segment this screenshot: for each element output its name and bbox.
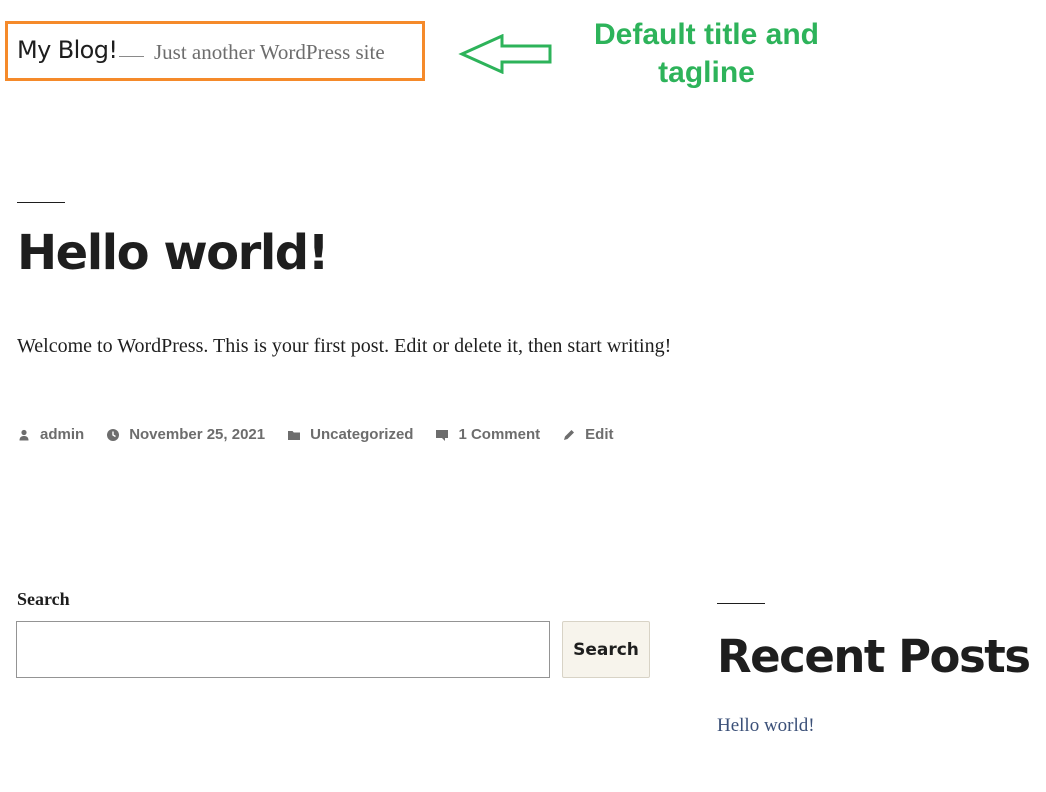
post-author-link[interactable]: admin <box>40 426 84 443</box>
person-icon <box>17 428 31 442</box>
post-comments: 1 Comment <box>435 426 540 443</box>
post-date-link[interactable]: November 25, 2021 <box>129 426 265 443</box>
post-comments-link[interactable]: 1 Comment <box>458 426 540 443</box>
search-button[interactable]: Search <box>562 621 650 678</box>
post-category-link[interactable]: Uncategorized <box>310 426 413 443</box>
left-arrow-outline-icon <box>458 33 554 79</box>
clock-icon <box>106 428 120 442</box>
post-edit: Edit <box>562 426 614 443</box>
comment-icon <box>435 428 449 442</box>
folder-icon <box>287 428 301 442</box>
post-meta: admin November 25, 2021 Uncategorized 1 … <box>17 426 636 443</box>
post-edit-link[interactable]: Edit <box>585 426 613 443</box>
search-input[interactable] <box>16 621 550 678</box>
search-label: Search <box>17 589 70 609</box>
site-title[interactable]: My Blog! <box>17 36 118 64</box>
post-date: November 25, 2021 <box>106 426 265 443</box>
post-author: admin <box>17 426 84 443</box>
pencil-icon <box>562 428 576 442</box>
widget-divider <box>717 603 765 604</box>
annotation-line-1: Default title and <box>593 18 819 51</box>
post-title[interactable]: Hello world! <box>17 225 330 281</box>
recent-posts-title: Recent Posts <box>717 630 1031 683</box>
title-tagline-separator <box>119 56 144 57</box>
annotation-text: Default title and tagline <box>574 16 839 92</box>
site-tagline: Just another WordPress site <box>154 40 385 64</box>
post-divider <box>17 202 65 203</box>
post-excerpt: Welcome to WordPress. This is your first… <box>17 335 672 357</box>
recent-post-link[interactable]: Hello world! <box>717 715 815 737</box>
post-category: Uncategorized <box>287 426 413 443</box>
annotation-line-2: tagline <box>658 56 755 89</box>
